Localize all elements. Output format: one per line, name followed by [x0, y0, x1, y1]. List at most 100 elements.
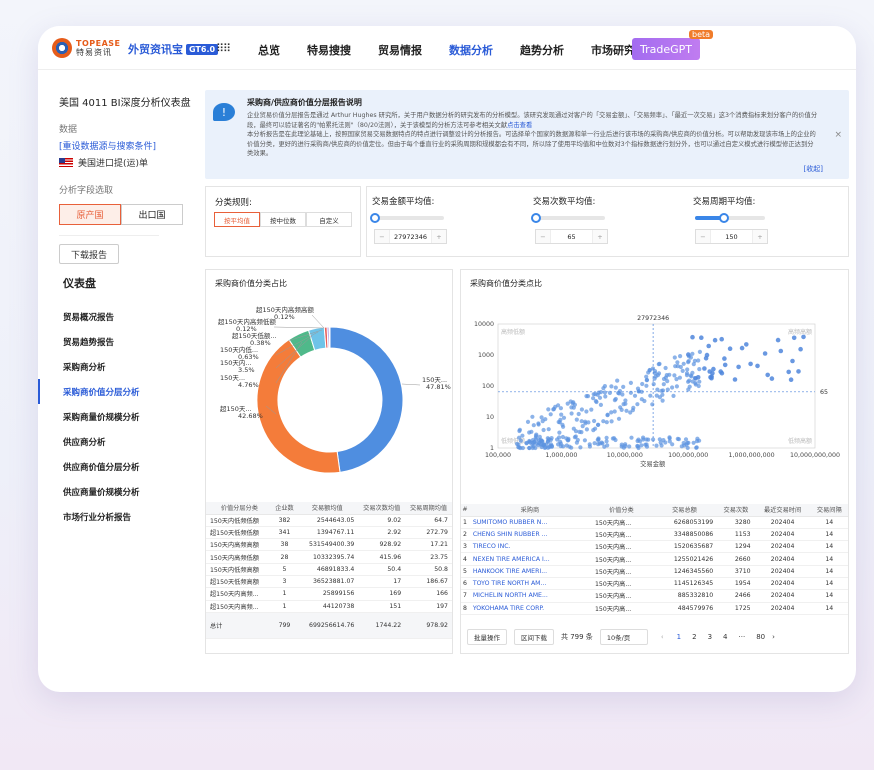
download-report-button[interactable]: 下载报告 — [59, 244, 119, 264]
plus-icon[interactable]: + — [432, 230, 446, 243]
seg-export-country[interactable]: 出口国 — [121, 204, 183, 225]
table-row[interactable]: 150天内高频高额 38 531549400.39 928.92 17.21 — [206, 538, 452, 552]
minus-icon[interactable]: − — [375, 230, 389, 243]
product-name[interactable]: 外贸资讯宝 GT6.0 — [128, 41, 219, 57]
menu-item-7[interactable]: 供应商量价规模分析 — [38, 479, 198, 504]
menu-item-0[interactable]: 贸易概况报告 — [38, 304, 198, 329]
table-cell: 50.8 — [405, 563, 452, 576]
logo[interactable]: TOPEASE 特易资讯 — [52, 38, 121, 58]
rule-button-2[interactable]: 自定义 — [306, 212, 352, 227]
amount-slider[interactable] — [370, 213, 444, 223]
table-cell[interactable]: HANKOOK TIRE AMERI... — [468, 565, 591, 578]
menu-item-3[interactable]: 采购商价值分层分析 — [38, 379, 198, 404]
next-page-icon[interactable]: › — [772, 633, 775, 641]
prev-page-icon[interactable]: ‹ — [661, 633, 664, 641]
batch-button[interactable]: 批量操作 — [467, 629, 507, 645]
table-row[interactable]: 超150天低频低额 341 1394767.11 2.92 272.79 — [206, 526, 452, 540]
cycle-value[interactable]: 150 — [710, 230, 753, 243]
table-row[interactable]: 3 TIRECO INC. 150天内高... 1520635687 1294 20240… — [461, 540, 848, 554]
menu-item-2[interactable]: 采购商分析 — [38, 354, 198, 379]
reset-datasource-link[interactable]: [重设数据源与搜索条件] — [59, 139, 156, 152]
table-row[interactable]: 2 CHENG SHIN RUBBER ... 150天内高... 334885008… — [461, 528, 848, 542]
donut-chart: 超150天内高频高额0.12%超150天内高频低额0.12%超150天低额...… — [218, 305, 451, 474]
table-row[interactable]: 超150天低频高额 3 36523881.07 17 186.67 — [206, 575, 452, 589]
cycle-slider-group: 交易周期平均值: −150 + — [693, 195, 843, 244]
nav-item-0[interactable]: 总览 — [258, 42, 280, 58]
scatter-point — [690, 351, 695, 356]
table-row[interactable]: 1 SUMITOMO RUBBER N... 150天内高... 6268053199… — [461, 516, 848, 529]
table-cell[interactable]: TOYO TIRE NORTH AM... — [468, 577, 591, 591]
menu-item-8[interactable]: 市场行业分析报告 — [38, 504, 198, 529]
close-icon[interactable]: × — [834, 130, 842, 140]
nav-item-4[interactable]: 趋势分析 — [520, 42, 564, 58]
table-row[interactable]: 总计 799 699256614.76 1744.22 978.92 — [206, 612, 452, 639]
table-row[interactable]: 5 HANKOOK TIRE AMERI... 150天内高... 124634556… — [461, 565, 848, 578]
tradegpt-button[interactable]: TradeGPT — [632, 38, 700, 60]
apps-grid-icon[interactable]: ⠿⠿ — [216, 42, 231, 55]
page-1[interactable]: 1 — [677, 633, 681, 641]
datasource-country: 美国进口提(运)单 — [59, 156, 148, 169]
amount-value[interactable]: 27972346 — [389, 230, 432, 243]
notice-paragraph-1: 企业贸易价值分层报告是通过 Arthur Hughes 研究所，关于用户数据分析… — [247, 112, 818, 129]
page-2[interactable]: 2 — [692, 633, 696, 641]
slider-knob[interactable] — [719, 213, 729, 223]
table-cell[interactable]: YOKOHAMA TIRE CORP. — [468, 602, 591, 615]
count-value[interactable]: 65 — [550, 230, 593, 243]
nav-item-1[interactable]: 特易搜搜 — [307, 42, 351, 58]
menu-item-5[interactable]: 供应商分析 — [38, 429, 198, 454]
range-download-button[interactable]: 区间下载 — [514, 629, 554, 645]
page-···[interactable]: ··· — [739, 633, 746, 641]
page-size-select[interactable]: 10条/页 — [599, 629, 648, 645]
table-header-0: 价值分层分类 — [206, 502, 273, 515]
scatter-point — [744, 342, 749, 347]
top-bar: TOPEASE 特易资讯 外贸资讯宝 GT6.0 ⠿⠿ 总览 特易搜搜 贸易情报 数据… — [38, 26, 856, 70]
table-cell[interactable]: MICHELIN NORTH AME... — [468, 589, 591, 603]
nav-item-3[interactable]: 数据分析 — [449, 42, 493, 58]
scatter-point — [680, 368, 685, 373]
page-3[interactable]: 3 — [708, 633, 712, 641]
collapse-link[interactable]: [收起] — [804, 164, 823, 174]
table-cell[interactable]: TIRECO INC. — [468, 540, 591, 554]
table-row[interactable]: 4 NEXEN TIRE AMERICA I... 150天内高... 1255021… — [461, 552, 848, 566]
plus-icon[interactable]: + — [593, 230, 607, 243]
slider-knob[interactable] — [370, 213, 380, 223]
table-cell: 928.92 — [358, 538, 406, 552]
scatter-point — [661, 376, 667, 382]
table-row[interactable]: 150天内低频高额 5 46891833.4 50.4 50.8 — [206, 563, 452, 576]
nav-item-2[interactable]: 贸易情报 — [378, 42, 422, 58]
cycle-slider[interactable] — [695, 213, 765, 223]
scatter-point — [657, 395, 662, 400]
menu-item-1[interactable]: 贸易趋势报告 — [38, 329, 198, 354]
table-cell[interactable]: SUMITOMO RUBBER N... — [468, 516, 591, 529]
minus-icon[interactable]: − — [696, 230, 710, 243]
table-row[interactable]: 6 TOYO TIRE NORTH AM... 150天内高... 114512634… — [461, 577, 848, 591]
rule-button-0[interactable]: 按平均值 — [214, 212, 260, 227]
menu-item-4[interactable]: 采购商量价规模分析 — [38, 404, 198, 429]
count-stepper[interactable]: −65 + — [535, 229, 608, 244]
slider-knob[interactable] — [531, 213, 541, 223]
amount-stepper[interactable]: −27972346 + — [374, 229, 447, 244]
table-cell: 150天内高... — [590, 528, 652, 542]
plus-icon[interactable]: + — [753, 230, 767, 243]
page-4[interactable]: 4 — [723, 633, 727, 641]
table-cell[interactable]: NEXEN TIRE AMERICA I... — [468, 552, 591, 566]
count-slider[interactable] — [531, 213, 605, 223]
table-row[interactable]: 150天内高频低额 28 10332395.74 415.96 23.75 — [206, 550, 452, 564]
notice-view-link[interactable]: 点击查看 — [507, 122, 532, 129]
scatter-point — [636, 389, 642, 394]
page-80[interactable]: 80 — [756, 633, 765, 641]
table-row[interactable]: 8 YOKOHAMA TIRE CORP. 150天内高... 484579976 17… — [461, 602, 848, 615]
nav-item-5[interactable]: 市场研究 — [591, 42, 635, 58]
table-row[interactable]: 超150天内高频... 1 25899156 169 166 — [206, 587, 452, 601]
seg-origin-country[interactable]: 原产国 — [59, 204, 121, 225]
table-row[interactable]: 超150天内高频... 1 44120738 151 197 — [206, 600, 452, 613]
menu-item-6[interactable]: 供应商价值分层分析 — [38, 454, 198, 479]
minus-icon[interactable]: − — [536, 230, 550, 243]
rule-button-1[interactable]: 按中位数 — [260, 212, 306, 227]
table-row[interactable]: 7 MICHELIN NORTH AME... 150天内高... 885332810… — [461, 589, 848, 603]
table-header-6: 交易间隔 — [810, 504, 848, 517]
quadrant-label-1: 高频高额 — [788, 328, 812, 336]
table-cell[interactable]: CHENG SHIN RUBBER ... — [468, 528, 591, 542]
cycle-stepper[interactable]: −150 + — [695, 229, 768, 244]
table-row[interactable]: 150天内低频低额 382 2544643.05 9.02 64.7 — [206, 514, 452, 527]
